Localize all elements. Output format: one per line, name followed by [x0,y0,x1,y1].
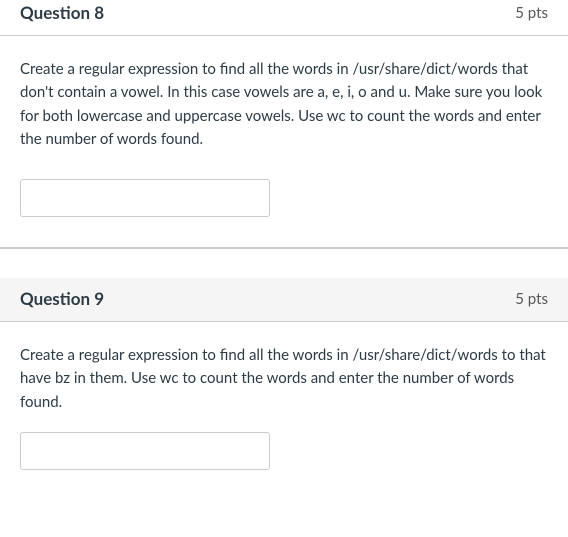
question-8-answer-input[interactable] [20,179,270,217]
question-8-header: Question 8 5 pts [0,0,568,36]
question-9-answer-input[interactable] [20,432,270,470]
spacer [0,248,568,278]
question-9-body: Create a regular expression to find all … [0,322,568,432]
question-9-block: Question 9 5 pts Create a regular expres… [0,278,568,476]
question-8-points: 5 pts [515,4,548,22]
question-8-answer-area [0,179,568,247]
question-8-prompt: Create a regular expression to find all … [20,58,548,151]
question-8-body: Create a regular expression to find all … [0,36,568,179]
question-9-answer-area [0,432,568,476]
question-8-block: Question 8 5 pts Create a regular expres… [0,0,568,248]
question-8-title: Question 8 [20,2,104,23]
question-9-title: Question 9 [20,288,104,309]
question-9-header: Question 9 5 pts [0,278,568,322]
question-9-points: 5 pts [515,290,548,308]
question-9-prompt: Create a regular expression to find all … [20,344,548,414]
